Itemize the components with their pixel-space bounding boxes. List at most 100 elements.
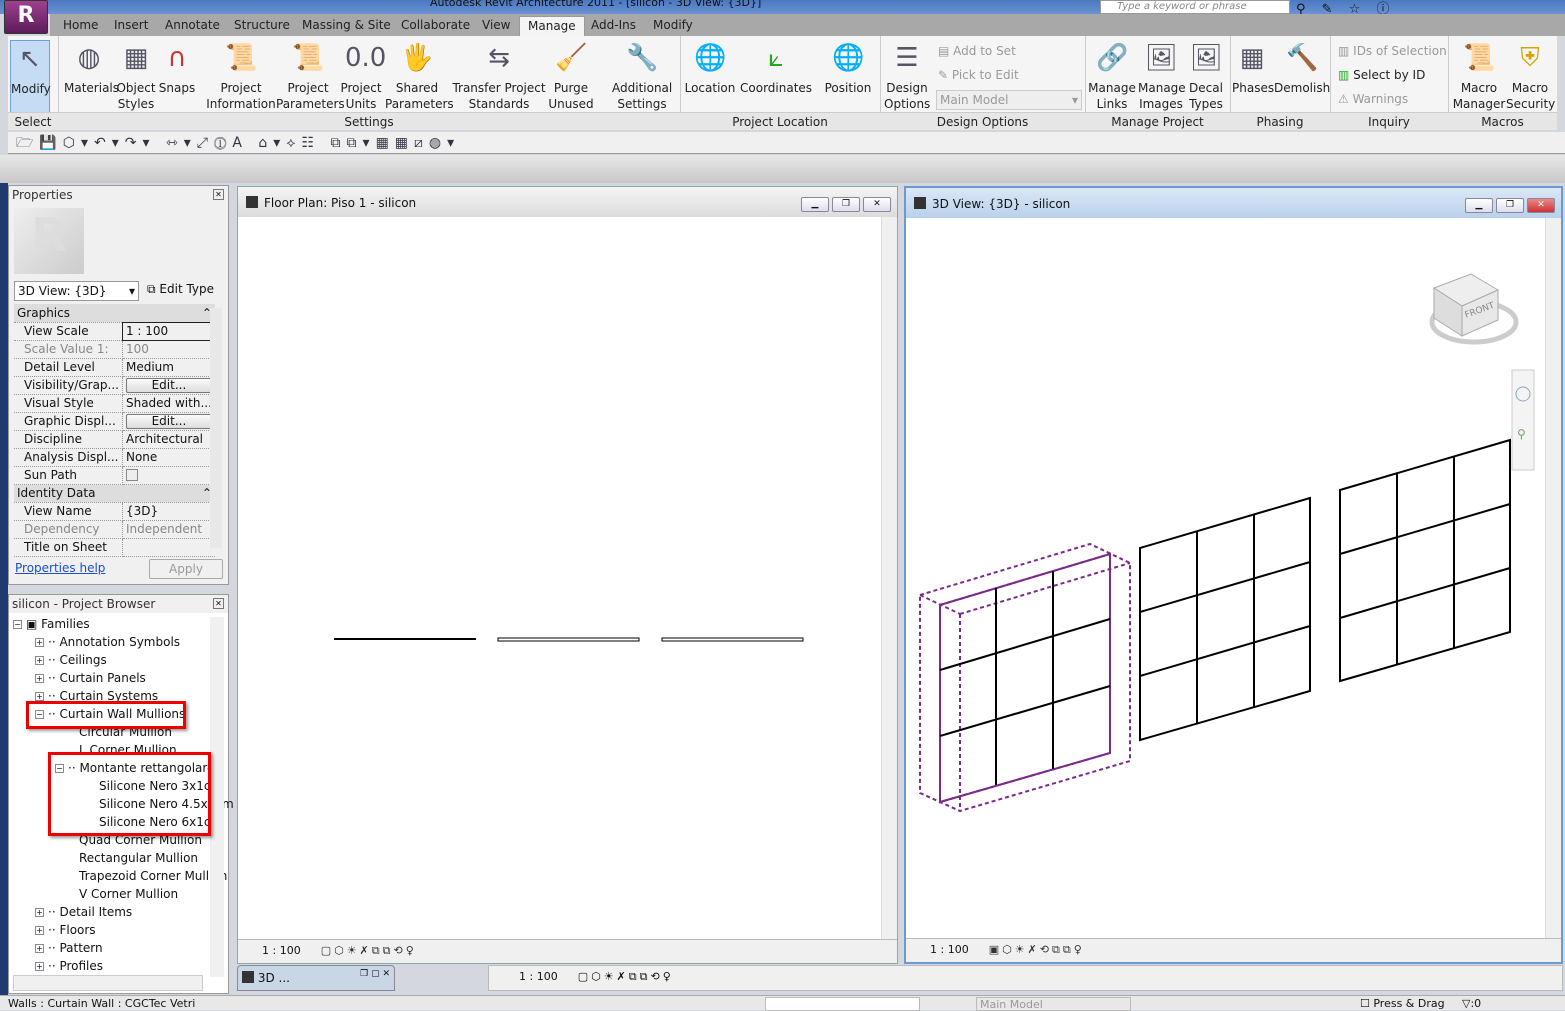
location-button[interactable]: 🌐 Location: [684, 40, 736, 96]
vertical-scrollbar[interactable]: [881, 217, 897, 939]
graphic-display-edit-button[interactable]: Edit...: [125, 413, 212, 429]
close-button[interactable]: ✕: [1527, 198, 1555, 213]
search-input[interactable]: Type a keyword or phrase: [1100, 0, 1290, 14]
tab-modify[interactable]: Modify: [653, 18, 693, 32]
tree-node-families[interactable]: − ▣ Families: [13, 615, 234, 633]
materials-button[interactable]: ◍ Materials: [64, 40, 119, 96]
group-graphics[interactable]: Graphics ⌃: [14, 304, 215, 323]
tab-view[interactable]: View: [482, 18, 510, 32]
tree-node[interactable]: + ·· Annotation Symbols: [13, 633, 234, 651]
tab-annotate[interactable]: Annotate: [165, 18, 220, 32]
demolish-button[interactable]: 🔨 Demolish: [1274, 40, 1330, 96]
restore-button[interactable]: ❐: [1496, 198, 1524, 213]
view-cube[interactable]: FRONT: [1429, 273, 1519, 345]
tree-node[interactable]: V Corner Mullion: [13, 885, 234, 903]
tree-node[interactable]: Rectangular Mullion: [13, 849, 234, 867]
manage-links-button[interactable]: 🔗 Manage Links: [1088, 40, 1136, 112]
select-by-id-button[interactable]: ▥ Select by ID: [1338, 68, 1425, 82]
browser-hscrollbar[interactable]: [13, 975, 203, 991]
snaps-button[interactable]: ∩ Snaps: [158, 40, 196, 96]
shared-parameters-button[interactable]: 🖐 Shared Parameters: [385, 40, 454, 112]
tree-node[interactable]: + ·· Floors: [13, 921, 234, 939]
quick-access-toolbar[interactable]: 🗁💾⬡▾↶▾↷▾ ⇿▾⤢⓵A ⌂▾⟡☷ ⧉⧉▾▦▦⧄◍▾: [8, 132, 1565, 154]
add-to-set-button[interactable]: ▤ Add to Set: [938, 44, 1016, 58]
browser-vscrollbar[interactable]: [210, 617, 224, 977]
minimize-button[interactable]: ▁: [1465, 198, 1493, 213]
position-button[interactable]: 🌐 Position: [820, 40, 876, 96]
tree-node[interactable]: Trapezoid Corner Mullion: [13, 867, 234, 885]
3d-view[interactable]: 3D View: {3D} - silicon ▁ ❐ ✕ FRONT ⚲ 1 : …: [904, 186, 1563, 964]
tree-node[interactable]: + ·· Detail Items: [13, 903, 234, 921]
tab-insert[interactable]: Insert: [114, 18, 148, 32]
minimized-3d-view[interactable]: 3D ... ❐ ▢ ✕: [237, 965, 395, 991]
floor-plan-view[interactable]: Floor Plan: Piso 1 - silicon ▁ ❐ ✕ 1 : 100…: [237, 186, 898, 964]
navigation-bar[interactable]: ⚲: [1511, 369, 1535, 471]
view-name-input[interactable]: {3D}: [122, 502, 215, 521]
coordinates-button[interactable]: ⟀ Coordinates: [740, 40, 812, 96]
warnings-button[interactable]: ⚠ Warnings: [1338, 92, 1408, 106]
edit-type-button[interactable]: ⧉ Edit Type: [147, 282, 214, 297]
magnet-icon: ∩: [167, 43, 187, 73]
properties-scrollbar[interactable]: [210, 308, 222, 548]
transfer-project-standards-button[interactable]: ⇆ Transfer Project Standards: [452, 40, 546, 112]
scale-button[interactable]: 1 : 100: [519, 970, 558, 983]
tab-manage[interactable]: Manage: [519, 16, 585, 36]
detail-level-select[interactable]: Medium: [122, 358, 215, 377]
ids-of-selection-button[interactable]: ▥ IDs of Selection: [1338, 44, 1447, 58]
ribbon: ↖ Modify Select ◍ Materials ▦ Object Styles…: [8, 36, 1557, 130]
apply-button[interactable]: Apply: [149, 559, 223, 579]
visibility-edit-button[interactable]: Edit...: [125, 377, 212, 393]
additional-settings-button[interactable]: 🔧 Additional Settings: [612, 40, 672, 112]
close-button[interactable]: ✕: [863, 197, 891, 212]
group-identity-data[interactable]: Identity Data ⌃: [14, 484, 215, 503]
tree-node[interactable]: + ·· Ceilings: [13, 651, 234, 669]
object-styles-button[interactable]: ▦ Object Styles: [116, 40, 156, 112]
workset-select[interactable]: [765, 997, 920, 1011]
view-controls[interactable]: ▢⬡☀✗⧉⧉⟲♀: [321, 944, 417, 957]
type-selector[interactable]: 3D View: {3D} ▾: [14, 281, 139, 301]
properties-help-link[interactable]: Properties help: [15, 561, 105, 575]
close-icon[interactable]: ✕: [213, 189, 224, 200]
title-on-sheet-input[interactable]: [122, 538, 215, 557]
prop-row: Detail Level Medium: [14, 358, 215, 377]
tab-massing-site[interactable]: Massing & Site: [302, 18, 391, 32]
design-options-button[interactable]: ☰ Design Options: [884, 40, 930, 112]
tree-node[interactable]: + ·· Pattern: [13, 939, 234, 957]
press-drag-checkbox[interactable]: ☐ Press & Drag: [1360, 997, 1445, 1010]
view-controls[interactable]: ▣⬡☀✗⟲⧉⧉♀: [989, 943, 1085, 956]
scale-button[interactable]: 1 : 100: [262, 944, 301, 957]
phases-button[interactable]: ▦ Phases: [1232, 40, 1274, 96]
prop-label: Title on Sheet: [14, 538, 123, 557]
tab-home[interactable]: Home: [63, 18, 98, 32]
restore-button[interactable]: ❐: [832, 197, 860, 212]
design-option-status-select[interactable]: Main Model: [976, 997, 1131, 1011]
visual-style-select[interactable]: Shaded with...: [122, 394, 215, 413]
application-menu-button[interactable]: R: [4, 0, 48, 34]
manage-images-button[interactable]: 🖼 Manage Images: [1138, 40, 1186, 112]
discipline-select[interactable]: Architectural: [122, 430, 215, 449]
vertical-scrollbar[interactable]: [1545, 218, 1561, 938]
design-option-select[interactable]: Main Model ▾: [936, 90, 1082, 110]
project-units-button[interactable]: 0.0 Project Units: [340, 40, 386, 112]
view-scale-input[interactable]: 1 : 100: [121, 321, 216, 341]
tree-node[interactable]: + ·· Profiles: [13, 957, 234, 975]
project-parameters-button[interactable]: 📜 Project Parameters: [276, 40, 345, 112]
window-buttons[interactable]: ❐ ▢ ✕: [360, 969, 390, 979]
pick-to-edit-button[interactable]: ✎ Pick to Edit: [938, 68, 1019, 82]
filter-icon[interactable]: ▽:0: [1462, 997, 1481, 1010]
tree-node[interactable]: + ·· Curtain Panels: [13, 669, 234, 687]
tab-structure[interactable]: Structure: [234, 18, 290, 32]
tab-collaborate[interactable]: Collaborate: [401, 18, 470, 32]
analysis-display-select[interactable]: None: [122, 448, 215, 467]
purge-unused-button[interactable]: 🧹 Purge Unused: [548, 40, 594, 112]
minimize-button[interactable]: ▁: [801, 197, 829, 212]
macro-manager-button[interactable]: 📜 Macro Manager: [1452, 40, 1506, 112]
macro-security-button[interactable]: ⛨ Macro Security: [1506, 40, 1555, 112]
view-controls[interactable]: ▢⬡☀✗⧉⧉⟲♀: [578, 970, 674, 983]
tab-add-ins[interactable]: Add-Ins: [591, 18, 636, 32]
scale-button[interactable]: 1 : 100: [930, 943, 969, 956]
decal-types-button[interactable]: 🖼 Decal Types: [1186, 40, 1226, 112]
sun-path-checkbox[interactable]: [125, 469, 138, 481]
project-information-button[interactable]: 📜 Project Information: [206, 40, 276, 112]
close-icon[interactable]: ✕: [213, 598, 224, 609]
